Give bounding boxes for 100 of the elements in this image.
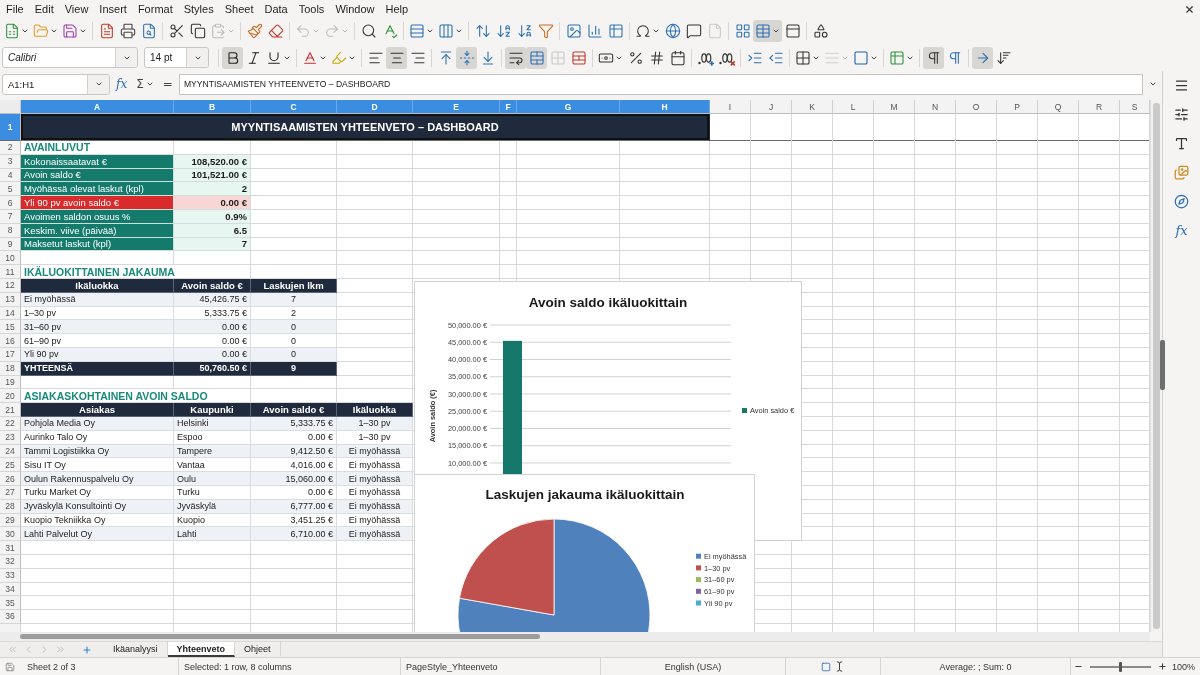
formula-input-field[interactable]: MYYNTISAAMISTEN YHTEENVETO – DASHBOARD [178,73,1143,95]
undo-icon [295,23,311,39]
filter-icon [537,23,554,39]
caret-icon [145,80,154,88]
caret-icon [426,27,434,35]
age-group: 61–90 pv [21,334,174,348]
freeze-panes-button[interactable] [753,20,782,42]
section-heading: ASIAKASKOHTAINEN AVOIN SALDO [21,389,211,403]
shapes-icon [812,23,829,39]
caret-icon [227,27,235,35]
balance-amount: 15,060.00 € [251,472,337,486]
image-icon [565,23,582,39]
caret-icon [341,27,349,35]
letter-a-icon [302,49,318,66]
arrow-down-lines-icon [995,49,1012,66]
horizontal-scrollbar[interactable] [0,632,1150,641]
highlighter-icon [331,49,347,66]
bar-chart-icon [586,23,603,39]
merge-cells-icon [528,49,545,66]
align-middle-button[interactable] [456,46,477,69]
window-icon [784,23,801,39]
language-text: English (USA) [664,661,722,672]
caret-icon [312,27,320,35]
formula-button[interactable]: = [159,74,176,94]
text-left-right-button[interactable] [972,46,993,69]
functions-button[interactable]: fx [1169,220,1194,240]
wrap-text-button[interactable] [505,46,526,69]
text-cursor-icon [834,661,845,672]
menu-item[interactable]: Data [258,3,293,15]
scrollbar-thumb[interactable] [20,634,540,639]
caret-icon [94,80,103,88]
kpi-label: Kokonaissaatavat € [21,154,174,169]
font-name-field[interactable]: Calibri [2,47,138,68]
caret-icon [455,27,463,35]
document-search-icon [140,23,157,39]
align-center-button[interactable] [386,46,407,69]
age-group: Ei myöhässä [337,458,413,473]
zoom-slider-thumb[interactable] [1119,661,1123,672]
menu-item[interactable]: Window [329,3,380,15]
chart-title: Avoin saldo ikäluokittain [528,295,688,310]
kpi-label: Yli 90 pv avoin saldo € [21,196,174,210]
balance-amount: 0.00 € [174,334,251,348]
menu-item[interactable]: Styles [177,3,219,15]
column-heading: Laskujen lkm [251,278,337,293]
kpi-value: 108,520.00 € [174,154,251,169]
globe-icon [664,23,681,39]
sum-button[interactable]: Σ [133,74,157,94]
split-cells-icon [570,49,587,66]
bold-button[interactable] [222,46,243,69]
invoice-count: 0 [251,334,337,348]
age-group: 31–60 pv [21,320,174,335]
menu-item[interactable]: Sheet [218,3,259,15]
age-group: Ei myöhässä [337,472,413,486]
sort-descending-icon [516,23,533,39]
caret-icon [50,27,58,35]
grid-icon [795,49,811,66]
menu-item[interactable]: View [58,3,94,15]
caret-icon [772,27,780,35]
sheet-tab[interactable]: Yhteenveto [167,642,236,657]
document-icon [98,23,115,39]
menu-item[interactable]: Tools [292,3,330,15]
menu-item[interactable]: File [0,3,29,15]
scissors-icon [168,23,185,39]
column-heading: Kaupunki [174,403,251,417]
caret-icon [21,27,29,35]
font-size-field[interactable]: 14 pt [144,47,209,68]
merge-center-button[interactable] [526,46,547,69]
menu-item[interactable]: Help [379,3,414,15]
sidebar-handle[interactable] [1160,340,1165,390]
menu-item[interactable]: Insert [93,3,132,15]
menu-item[interactable]: Edit [28,3,59,15]
age-group: Ei myöhässä [337,527,413,542]
eraser-icon [267,23,284,39]
clipboard-icon [210,23,226,39]
name-box-field[interactable]: A1:H1 [2,73,110,95]
column-heading: Asiakas [21,403,174,417]
menu-item[interactable]: Format [131,3,178,15]
sheet-position-text: Sheet 2 of 3 [27,661,76,672]
page-style-text: PageStyle_Yhteenveto [406,661,498,672]
dashboard-title: MYYNTISAAMISTEN YHTEENVETO – DASHBOARD [21,114,710,141]
grid-icon [549,49,566,66]
invoice-count: 0 [251,320,337,335]
spreadsheet-icon [4,23,20,39]
menu-icon [1174,77,1189,93]
sort-ascending-icon [495,23,512,39]
caret-icon [1149,80,1157,88]
kpi-label: Myöhässä olevat laskut (kpl) [21,182,174,197]
function-wizard-button[interactable]: fx [113,74,131,94]
square-icon[interactable] [821,661,831,672]
customer-name: Oulun Rakennuspalvelu Oy [21,472,174,486]
align-middle-icon [458,49,475,66]
section-heading: AVAINLUVUT [21,141,94,154]
city-name: Oulu [174,472,251,486]
table-icon [607,23,624,39]
compass-icon [1174,193,1189,209]
left-to-right-button[interactable] [923,46,944,69]
square-icon [853,49,869,66]
calendar-icon [669,49,686,66]
percent-icon [627,49,644,66]
printer-icon [119,23,136,39]
